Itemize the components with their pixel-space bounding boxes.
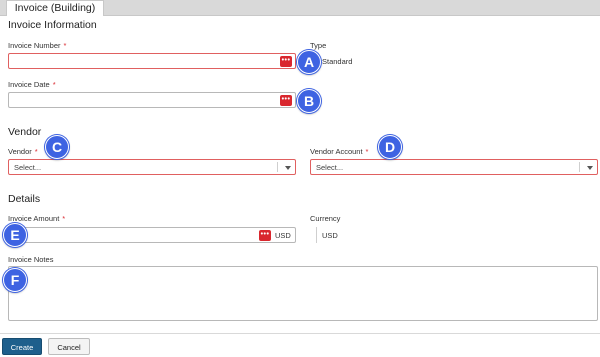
section-vendor: Vendor <box>8 126 42 138</box>
currency-label: Currency <box>310 214 341 223</box>
vendor-account-select-divider <box>579 162 580 172</box>
chevron-down-icon[interactable] <box>587 166 593 170</box>
callout-f-badge: F <box>3 268 27 292</box>
callout-e-badge: E <box>3 223 27 247</box>
vendor-account-select-value: Select... <box>316 163 344 172</box>
section-invoice-information: Invoice Information <box>8 19 97 31</box>
vendor-select-divider <box>277 162 278 172</box>
invoice-amount-label: Invoice Amount * <box>8 214 65 223</box>
invoice-number-label: Invoice Number * <box>8 41 66 50</box>
required-marker: * <box>63 41 67 50</box>
invoice-number-lookup-icon[interactable]: ••• <box>280 56 292 67</box>
vendor-select[interactable]: Select... <box>8 159 296 175</box>
invoice-notes-textarea[interactable] <box>8 266 598 321</box>
vendor-label: Vendor * <box>8 147 38 156</box>
invoice-date-input[interactable]: ••• <box>8 92 296 108</box>
invoice-amount-currency-suffix: USD <box>275 231 291 240</box>
vendor-account-label-text: Vendor Account <box>310 147 363 156</box>
tab-invoice-building[interactable]: Invoice (Building) <box>6 0 104 16</box>
invoice-notes-label: Invoice Notes <box>8 255 54 264</box>
invoice-date-label-text: Invoice Date <box>8 80 50 89</box>
required-marker: * <box>52 80 56 89</box>
invoice-amount-calculator-icon[interactable]: ••• <box>259 230 271 241</box>
required-marker: * <box>365 147 369 156</box>
type-label: Type <box>310 41 327 50</box>
type-value: Standard <box>322 57 353 66</box>
vendor-select-value: Select... <box>14 163 42 172</box>
vendor-label-text: Vendor <box>8 147 32 156</box>
invoice-date-picker-icon[interactable]: ••• <box>280 95 292 106</box>
cancel-button[interactable]: Cancel <box>48 338 90 355</box>
callout-d-badge: D <box>378 135 402 159</box>
callout-b-badge: B <box>297 89 321 113</box>
section-details: Details <box>8 193 41 205</box>
create-button[interactable]: Create <box>2 338 42 355</box>
vendor-account-select[interactable]: Select... <box>310 159 598 175</box>
invoice-amount-input[interactable]: ••• USD <box>8 227 296 243</box>
required-marker: * <box>62 214 66 223</box>
invoice-number-label-text: Invoice Number <box>8 41 61 50</box>
invoice-number-input[interactable]: ••• <box>8 53 296 69</box>
chevron-down-icon[interactable] <box>285 166 291 170</box>
footer-divider <box>0 333 600 334</box>
callout-c-badge: C <box>45 135 69 159</box>
invoice-date-label: Invoice Date * <box>8 80 56 89</box>
currency-divider <box>316 227 317 243</box>
invoice-amount-label-text: Invoice Amount <box>8 214 60 223</box>
currency-value: USD <box>322 231 338 240</box>
callout-a-badge: A <box>297 50 321 74</box>
required-marker: * <box>34 147 38 156</box>
vendor-account-label: Vendor Account * <box>310 147 368 156</box>
